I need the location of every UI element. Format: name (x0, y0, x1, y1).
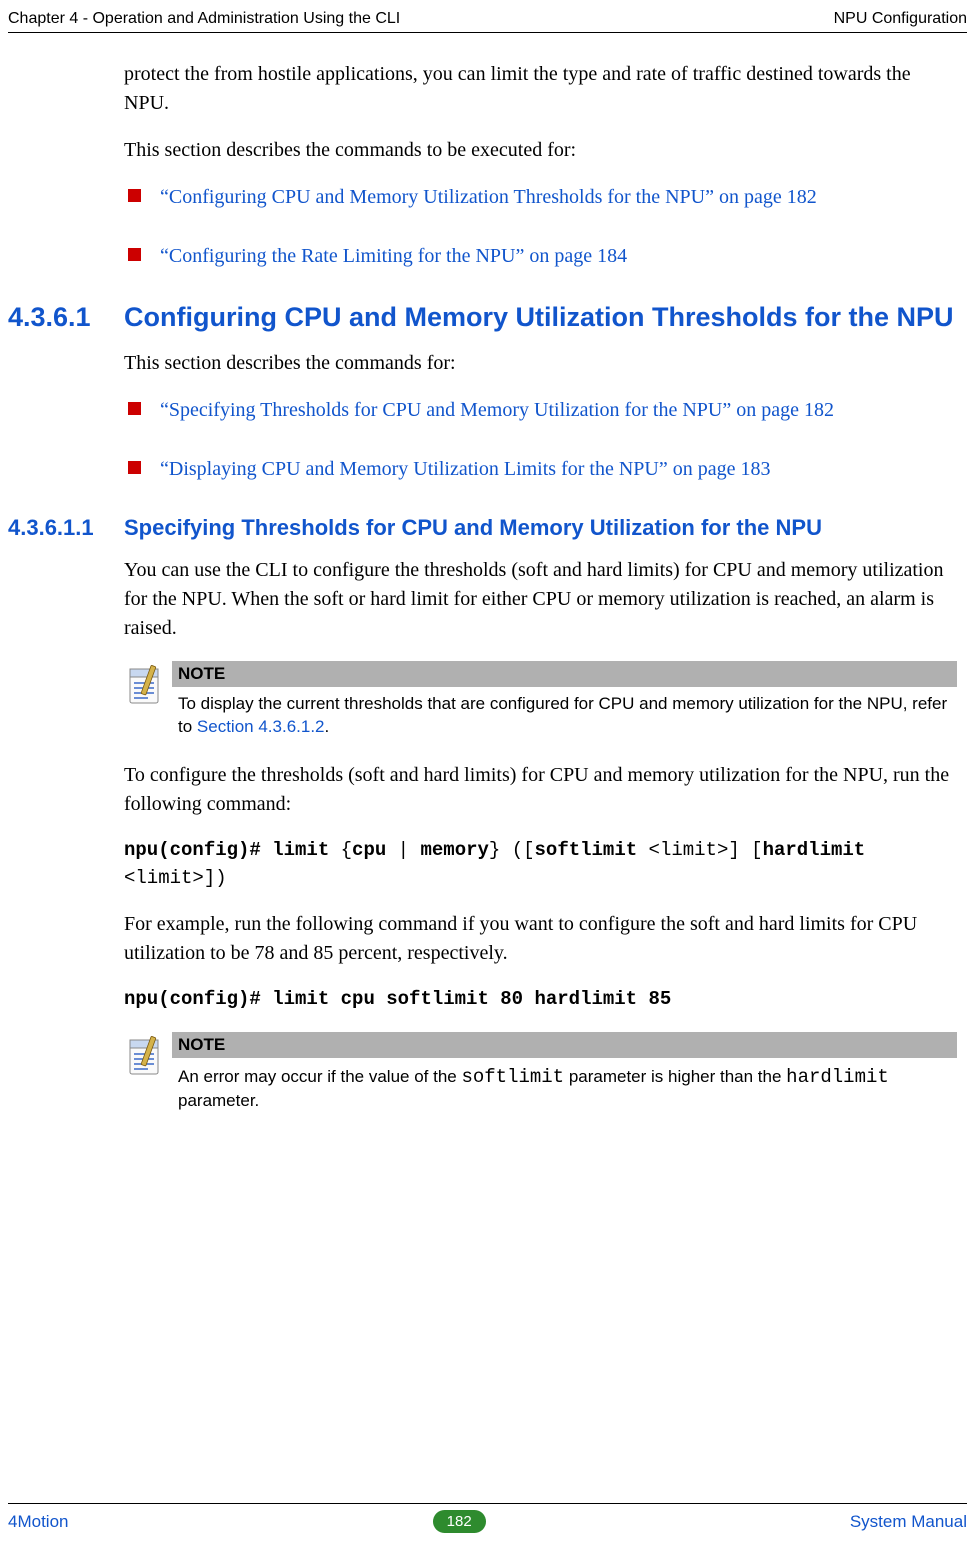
page: Chapter 4 - Operation and Administration… (0, 0, 975, 1545)
code-bold: npu(config)# limit cpu softlimit 80 hard… (124, 988, 671, 1010)
paragraph: To configure the thresholds (soft and ha… (124, 761, 957, 819)
header-right: NPU Configuration (834, 10, 967, 28)
code-bold: softlimit (535, 839, 638, 861)
footer-right: System Manual (850, 1512, 967, 1532)
command-syntax: npu(config)# limit {cpu | memory} ([soft… (124, 837, 957, 892)
bullet-icon (128, 402, 141, 415)
note-icon (124, 1032, 172, 1114)
code-text: | (386, 839, 420, 861)
code-bold: npu(config)# limit (124, 839, 329, 861)
note-text-post: parameter. (178, 1091, 259, 1110)
code-text: <limit>]) (124, 867, 227, 889)
paragraph: This section describes the commands for: (124, 349, 957, 378)
list-item: “Configuring CPU and Memory Utilization … (124, 183, 957, 212)
code-text: { (329, 839, 352, 861)
xref-link[interactable]: “Configuring CPU and Memory Utilization … (160, 186, 817, 208)
code-inline: softlimit (461, 1066, 564, 1088)
note-body: NOTE To display the current thresholds t… (172, 661, 957, 739)
content-area: protect the from hostile applications, y… (8, 60, 967, 1475)
code-text: } ([ (489, 839, 535, 861)
section-body: To configure the thresholds (soft and ha… (124, 761, 957, 1014)
xref-link[interactable]: “Specifying Thresholds for CPU and Memor… (160, 399, 834, 421)
code-text: <limit>] [ (637, 839, 762, 861)
code-bold: hardlimit (763, 839, 866, 861)
section-number: 4.3.6.1.1 (8, 514, 124, 543)
subsection-heading: 4.3.6.1.1 Specifying Thresholds for CPU … (8, 514, 967, 543)
note-text-pre: An error may occur if the value of the (178, 1067, 461, 1086)
intro-paragraph-2: This section describes the commands to b… (124, 136, 957, 165)
section-title: Configuring CPU and Memory Utilization T… (124, 301, 954, 335)
intro-paragraph-1: protect the from hostile applications, y… (124, 60, 957, 118)
code-inline: hardlimit (786, 1066, 889, 1088)
list-item: “Specifying Thresholds for CPU and Memor… (124, 396, 957, 425)
bullet-icon (128, 461, 141, 474)
page-header: Chapter 4 - Operation and Administration… (8, 10, 967, 33)
code-bold: cpu (352, 839, 386, 861)
section-body: This section describes the commands for:… (124, 349, 957, 484)
note-label: NOTE (172, 1032, 957, 1058)
section-ref-link[interactable]: Section 4.3.6.1.2 (197, 717, 325, 736)
bullet-list: “Specifying Thresholds for CPU and Memor… (124, 396, 957, 484)
header-left: Chapter 4 - Operation and Administration… (8, 10, 400, 28)
paragraph: For example, run the following command i… (124, 910, 957, 968)
xref-link[interactable]: “Configuring the Rate Limiting for the N… (160, 245, 627, 267)
note-text: To display the current thresholds that a… (172, 687, 957, 739)
page-footer: 4Motion 182 System Manual (8, 1503, 967, 1533)
note-text-mid: parameter is higher than the (564, 1067, 786, 1086)
xref-link[interactable]: “Displaying CPU and Memory Utilization L… (160, 458, 770, 480)
note-text: An error may occur if the value of the s… (172, 1058, 957, 1114)
paragraph: You can use the CLI to configure the thr… (124, 556, 957, 643)
note-block: NOTE An error may occur if the value of … (124, 1032, 957, 1114)
section-heading: 4.3.6.1 Configuring CPU and Memory Utili… (8, 301, 967, 335)
intro-bullet-list: “Configuring CPU and Memory Utilization … (124, 183, 957, 271)
note-text-post: . (325, 717, 330, 736)
section-title: Specifying Thresholds for CPU and Memory… (124, 514, 822, 543)
section-number: 4.3.6.1 (8, 301, 124, 335)
list-item: “Displaying CPU and Memory Utilization L… (124, 455, 957, 484)
note-icon (124, 661, 172, 739)
intro-block: protect the from hostile applications, y… (124, 60, 957, 271)
note-block: NOTE To display the current thresholds t… (124, 661, 957, 739)
bullet-icon (128, 189, 141, 202)
command-example: npu(config)# limit cpu softlimit 80 hard… (124, 986, 957, 1014)
footer-left: 4Motion (8, 1512, 68, 1532)
code-bold: memory (420, 839, 488, 861)
section-body: You can use the CLI to configure the thr… (124, 556, 957, 643)
note-body: NOTE An error may occur if the value of … (172, 1032, 957, 1114)
note-label: NOTE (172, 661, 957, 687)
page-number-badge: 182 (433, 1510, 486, 1533)
list-item: “Configuring the Rate Limiting for the N… (124, 242, 957, 271)
bullet-icon (128, 248, 141, 261)
